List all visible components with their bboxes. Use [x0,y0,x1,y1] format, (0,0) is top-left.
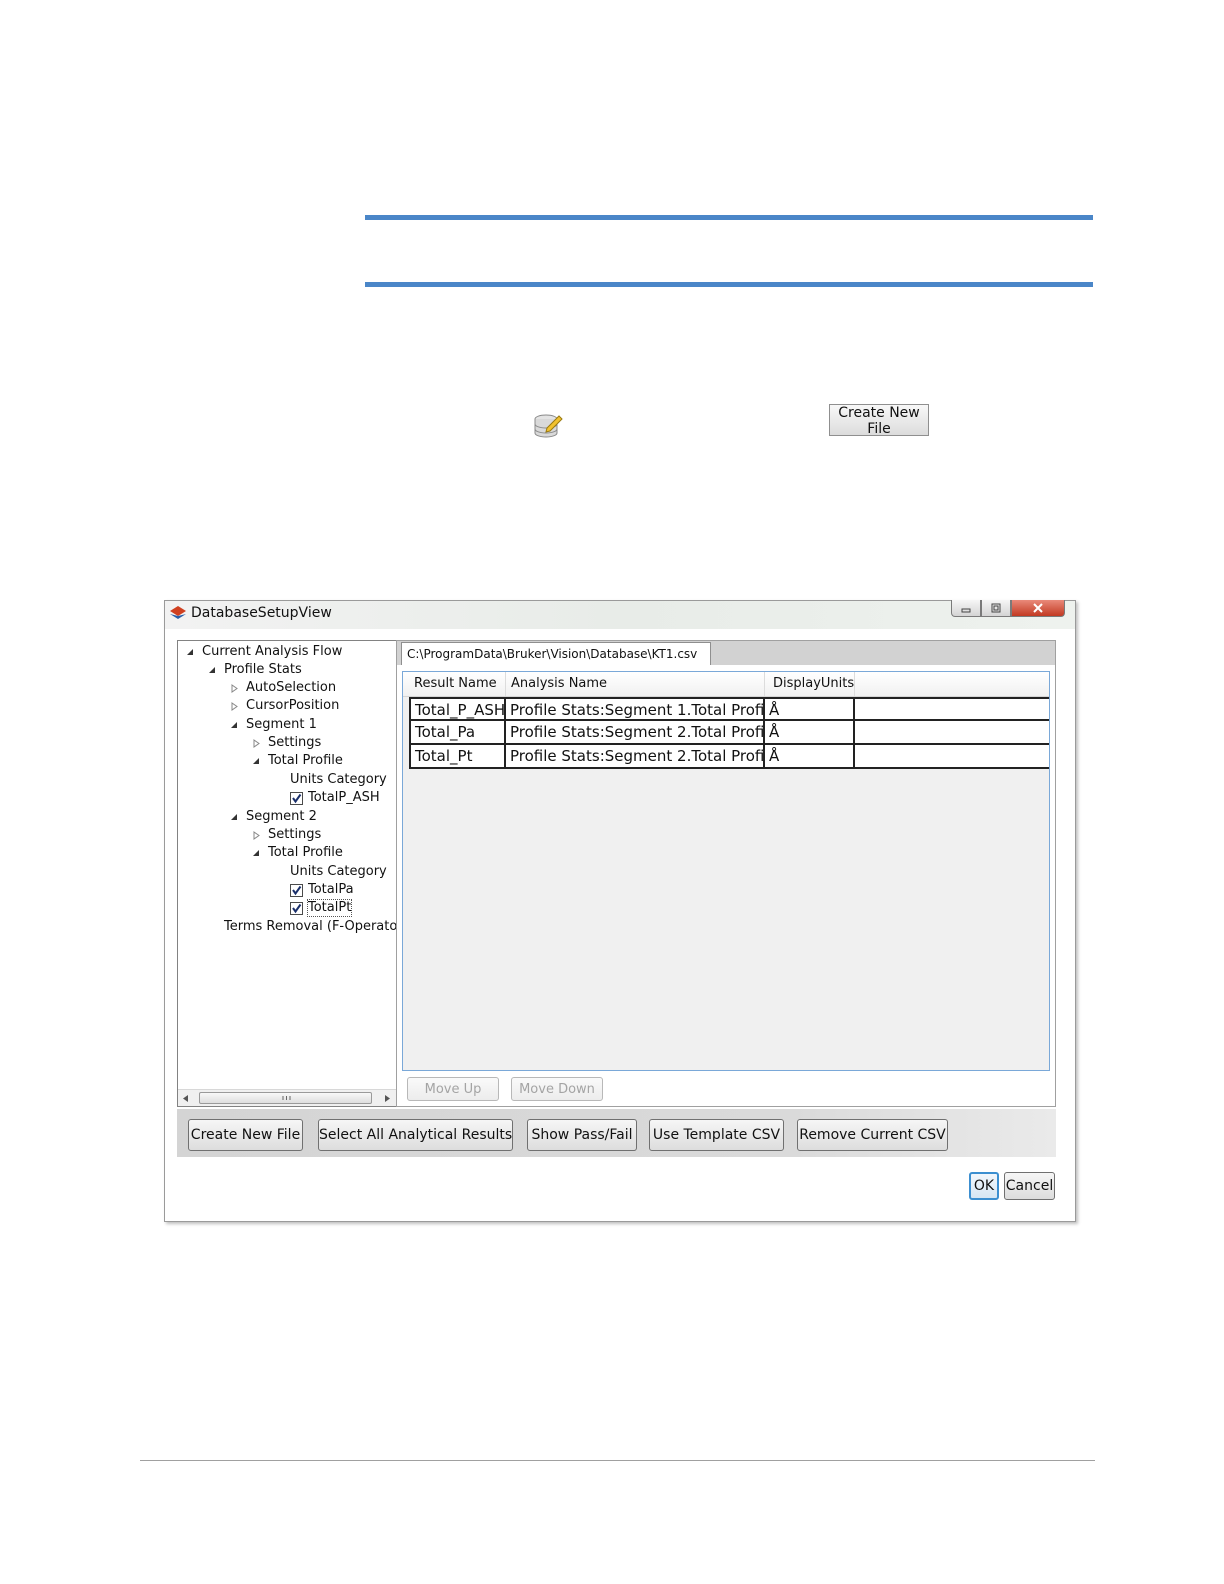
tab-strip: C:\ProgramData\Bruker\Vision\Database\KT… [397,641,1055,666]
minimize-icon [961,608,971,613]
tree-node-label: Segment 2 [246,809,317,824]
move-up-button[interactable]: Move Up [407,1077,499,1101]
cell-result-name[interactable]: Total_Pa [409,721,506,743]
cell-display-units[interactable]: Å [765,699,855,721]
tree-node-label: Profile Stats [224,662,302,677]
column-header-result-name[interactable]: Result Name [409,672,506,696]
tree-node-label: Terms Removal (F-Operator) [224,919,398,934]
scroll-left-icon[interactable] [183,1095,189,1102]
checkmark-icon [292,885,302,896]
tree-node-label: TotalPt [306,899,353,917]
window-title: DatabaseSetupView [191,605,332,621]
table-row[interactable]: Total_Pa Profile Stats:Segment 2.Total P… [409,721,1049,745]
expanded-triangle-icon[interactable] [252,849,261,858]
expanded-triangle-icon[interactable] [208,666,217,675]
tree-node-terms-removal[interactable]: Terms Removal (F-Operator) [224,919,398,935]
cell-result-name[interactable]: Total_P_ASH [409,699,506,721]
close-icon [1033,603,1043,613]
app-logo-icon [170,606,186,619]
tree-node-label: Current Analysis Flow [202,644,343,659]
header-rule-bottom [365,282,1093,287]
create-new-file-button[interactable]: Create New File [188,1119,303,1151]
action-button-bar: Create New File Select All Analytical Re… [177,1109,1056,1157]
tree-node-label: Settings [268,827,322,842]
grip-icon [282,1096,291,1100]
results-pane: C:\ProgramData\Bruker\Vision\Database\KT… [396,640,1056,1107]
expanded-triangle-icon[interactable] [186,648,195,657]
cell-display-units[interactable]: Å [765,721,855,743]
tree-node-label: AutoSelection [246,680,337,695]
analysis-flow-tree[interactable]: Current Analysis Flow Profile Stats Auto… [177,640,398,1107]
tree-node-label: Settings [268,735,322,750]
use-template-csv-button[interactable]: Use Template CSV [649,1119,784,1151]
select-all-analytical-results-button[interactable]: Select All Analytical Results [318,1119,513,1151]
show-pass-fail-button[interactable]: Show Pass/Fail [527,1119,637,1151]
tree-node-label: Units Category [290,864,387,879]
scroll-right-icon[interactable] [384,1095,390,1102]
maximize-button[interactable] [981,600,1011,617]
results-grid[interactable]: Result Name Analysis Name DisplayUnits T… [402,671,1050,1071]
column-header-analysis-name[interactable]: Analysis Name [506,672,765,696]
tree-node-label: Total Profile [268,845,343,860]
tab-panel: Result Name Analysis Name DisplayUnits T… [397,665,1055,1106]
close-button[interactable] [1011,600,1065,617]
tree-node-units-category-1[interactable]: Units Category [290,772,387,788]
cancel-button[interactable]: Cancel [1004,1172,1055,1200]
database-edit-icon [534,414,563,438]
collapsed-triangle-icon[interactable] [252,831,261,840]
tree-horizontal-scrollbar[interactable] [178,1089,397,1106]
scrollbar-thumb[interactable] [199,1092,372,1104]
header-rule-top [365,215,1093,220]
cell-analysis-name[interactable]: Profile Stats:Segment 2.Total Profile [506,721,765,743]
cell-result-name[interactable]: Total_Pt [409,745,506,767]
tree-node-label: Total Profile [268,753,343,768]
tree-node-label: TotalP_ASH [308,790,380,805]
collapsed-triangle-icon[interactable] [252,739,261,748]
column-header-display-units[interactable]: DisplayUnits [765,672,855,696]
ok-button[interactable]: OK [969,1172,999,1200]
cell-display-units[interactable]: Å [765,745,855,767]
move-down-button[interactable]: Move Down [511,1077,603,1101]
tree-node-units-category-2[interactable]: Units Category [290,864,387,880]
expanded-triangle-icon[interactable] [230,813,239,822]
collapsed-triangle-icon[interactable] [230,684,239,693]
table-row[interactable]: Total_Pt Profile Stats:Segment 2.Total P… [409,745,1049,769]
tab-csv-file[interactable]: C:\ProgramData\Bruker\Vision\Database\KT… [401,642,711,666]
cell-analysis-name[interactable]: Profile Stats:Segment 2.Total Profile [506,745,765,767]
cell-analysis-name[interactable]: Profile Stats:Segment 1.Total Profile [506,699,765,721]
tree-node-label: Units Category [290,772,387,787]
tree-node-label: CursorPosition [246,698,340,713]
remove-current-csv-button[interactable]: Remove Current CSV [797,1119,948,1151]
maximize-icon [991,603,1001,613]
tree-node-label: Segment 1 [246,717,317,732]
totalpt-checkbox[interactable] [290,902,303,915]
database-setup-window: DatabaseSetupView Current Analysis Flow … [164,600,1076,1222]
collapsed-triangle-icon[interactable] [230,702,239,711]
create-new-file-inline-button[interactable]: Create New File [829,404,929,437]
expanded-triangle-icon[interactable] [230,721,239,730]
checkmark-icon [292,903,302,914]
table-row[interactable]: Total_P_ASH Profile Stats:Segment 1.Tota… [409,697,1049,721]
grid-header: Result Name Analysis Name DisplayUnits [403,672,1049,697]
expanded-triangle-icon[interactable] [252,757,261,766]
totalpa-checkbox[interactable] [290,884,303,897]
footer-rule [140,1460,1095,1461]
title-bar[interactable]: DatabaseSetupView [165,600,1075,629]
totalp-ash-checkbox[interactable] [290,792,303,805]
checkmark-icon [292,793,302,804]
tree-node-label: TotalPa [308,882,354,897]
minimize-button[interactable] [951,600,981,617]
